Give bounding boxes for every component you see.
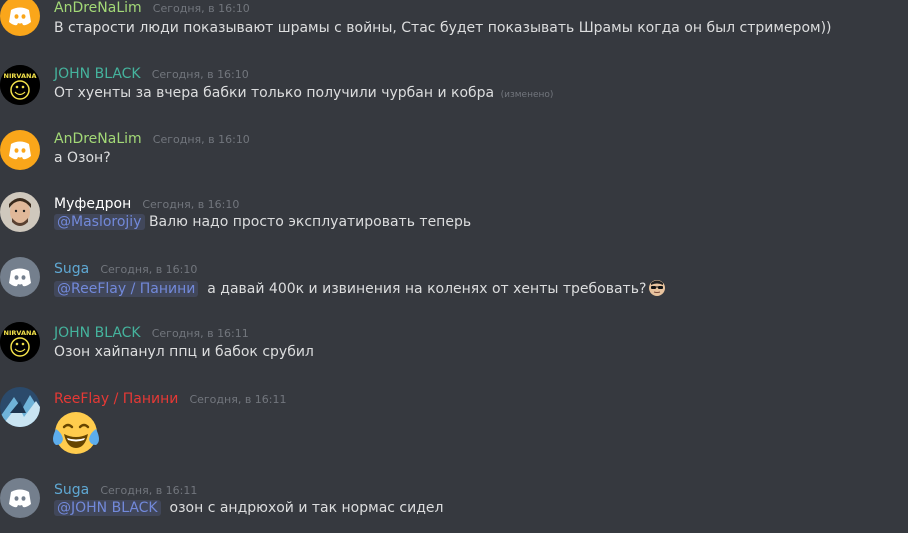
avatar[interactable] [0, 257, 40, 297]
user-mention[interactable]: @ReeFlay / Панини [54, 281, 199, 297]
jumbo-emoji-container [52, 409, 100, 461]
timestamp[interactable]: Сегодня, в 16:10 [100, 263, 197, 276]
message-text: а давай 400к и извинения на коленях от х… [207, 281, 647, 297]
message-text: От хуенты за вчера бабки только получили… [54, 85, 495, 101]
discord-logo-icon [9, 489, 31, 508]
avatar[interactable]: NIRVANA [0, 65, 40, 105]
author-name[interactable]: AnDreNaLim [54, 0, 142, 16]
user-mention[interactable]: @JOHN BLACK [54, 500, 161, 516]
timestamp[interactable]: Сегодня, в 16:11 [100, 484, 197, 497]
timestamp[interactable]: Сегодня, в 16:11 [152, 327, 249, 340]
author-name[interactable]: AnDreNaLim [54, 131, 142, 147]
message-text: В старости люди показывают шрамы с войны… [54, 20, 832, 36]
tears-of-joy-emoji-icon [53, 412, 99, 454]
avatar-text: NIRVANA [4, 72, 37, 80]
message-content: @ReeFlay / Панини а давай 400к и извинен… [54, 279, 666, 297]
avatar[interactable] [0, 478, 40, 518]
message-content: @Maslorojiy Валю надо просто эксплуатиро… [54, 214, 471, 230]
user-mention[interactable]: @Maslorojiy [54, 214, 145, 230]
avatar[interactable] [0, 0, 40, 36]
timestamp[interactable]: Сегодня, в 16:10 [142, 198, 239, 211]
discord-logo-icon [9, 7, 31, 26]
chat-message-list: AnDreNaLim Сегодня, в 16:10 В старости л… [0, 0, 908, 533]
message-text: озон с андрюхой и так нормас сидел [169, 500, 444, 516]
avatar-text: NIRVANA [4, 329, 37, 337]
author-name[interactable]: Suga [54, 261, 89, 277]
sunglasses-face-emoji-icon [649, 280, 666, 296]
avatar[interactable]: NIRVANA [0, 322, 40, 362]
edited-label: (изменено) [500, 90, 554, 100]
author-name[interactable]: Suga [54, 482, 89, 498]
anime-avatar-icon [0, 387, 40, 427]
discord-logo-icon [9, 268, 31, 287]
photo-face-icon [0, 192, 40, 232]
author-name[interactable]: JOHN BLACK [54, 66, 141, 82]
author-name[interactable]: ReeFlay / Панини [54, 391, 178, 407]
message-content: @JOHN BLACK озон с андрюхой и так нормас… [54, 500, 443, 516]
timestamp[interactable]: Сегодня, в 16:10 [153, 133, 250, 146]
message-text: Валю надо просто эксплуатировать теперь [148, 214, 472, 230]
timestamp[interactable]: Сегодня, в 16:10 [152, 68, 249, 81]
avatar[interactable] [0, 387, 40, 427]
timestamp[interactable]: Сегодня, в 16:10 [153, 2, 250, 15]
author-name[interactable]: Муфедрон [54, 196, 131, 212]
discord-logo-icon [9, 141, 31, 160]
message-text: Озон хайпанул ппц и бабок срубил [54, 344, 314, 360]
timestamp[interactable]: Сегодня, в 16:11 [189, 393, 286, 406]
nirvana-smiley-icon: NIRVANA [0, 322, 40, 362]
avatar[interactable] [0, 130, 40, 170]
avatar[interactable] [0, 192, 40, 232]
message-text: а Озон? [54, 150, 111, 166]
nirvana-smiley-icon: NIRVANA [0, 65, 40, 105]
message-content: От хуенты за вчера бабки только получили… [54, 85, 553, 101]
author-name[interactable]: JOHN BLACK [54, 325, 141, 341]
